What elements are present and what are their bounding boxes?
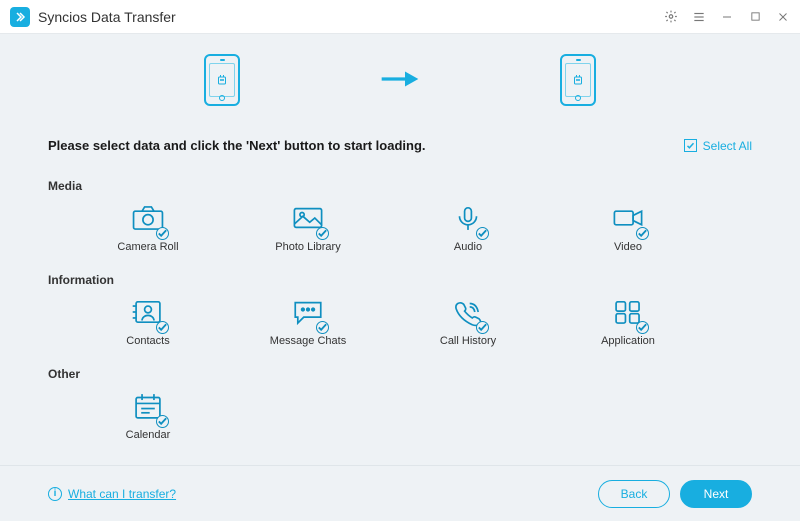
next-button[interactable]: Next — [680, 480, 752, 508]
check-icon — [156, 227, 169, 240]
minimize-button[interactable] — [720, 11, 734, 23]
app-title: Syncios Data Transfer — [38, 9, 176, 25]
transfer-header — [0, 34, 800, 120]
info-icon: i — [48, 487, 62, 501]
app-logo — [10, 7, 30, 27]
select-all-toggle[interactable]: Select All — [684, 139, 752, 153]
check-icon — [636, 321, 649, 334]
check-icon — [316, 321, 329, 334]
select-all-checkbox-icon — [684, 139, 697, 152]
item-camera-roll[interactable]: Camera Roll — [88, 203, 208, 253]
section-label-information: Information — [48, 255, 752, 293]
item-message-chats[interactable]: Message Chats — [248, 297, 368, 347]
menu-icon[interactable] — [692, 10, 706, 24]
item-video[interactable]: Video — [568, 203, 688, 253]
item-calendar[interactable]: Calendar — [88, 391, 208, 441]
help-label: What can I transfer? — [68, 487, 176, 501]
help-link[interactable]: i What can I transfer? — [48, 487, 176, 501]
check-icon — [636, 227, 649, 240]
source-device-icon — [204, 54, 240, 106]
settings-icon[interactable] — [664, 9, 678, 24]
section-label-media: Media — [48, 161, 752, 199]
select-all-label: Select All — [703, 139, 752, 153]
check-icon — [316, 227, 329, 240]
check-icon — [156, 321, 169, 334]
section-label-other: Other — [48, 349, 752, 387]
item-contacts[interactable]: Contacts — [88, 297, 208, 347]
check-icon — [156, 415, 169, 428]
item-audio[interactable]: Audio — [408, 203, 528, 253]
check-icon — [476, 321, 489, 334]
back-button[interactable]: Back — [598, 480, 670, 508]
item-application[interactable]: Application — [568, 297, 688, 347]
check-icon — [476, 227, 489, 240]
target-device-icon — [560, 54, 596, 106]
titlebar: Syncios Data Transfer — [0, 0, 800, 34]
item-label: Photo Library — [275, 241, 340, 253]
instructions-text: Please select data and click the 'Next' … — [48, 138, 426, 153]
item-photo-library[interactable]: Photo Library — [248, 203, 368, 253]
transfer-arrow-icon — [380, 67, 420, 94]
close-button[interactable] — [776, 11, 790, 23]
item-label: Camera Roll — [117, 241, 178, 253]
item-call-history[interactable]: Call History — [408, 297, 528, 347]
item-label: Message Chats — [270, 335, 346, 347]
maximize-button[interactable] — [748, 11, 762, 22]
footer: i What can I transfer? Back Next — [0, 465, 800, 521]
